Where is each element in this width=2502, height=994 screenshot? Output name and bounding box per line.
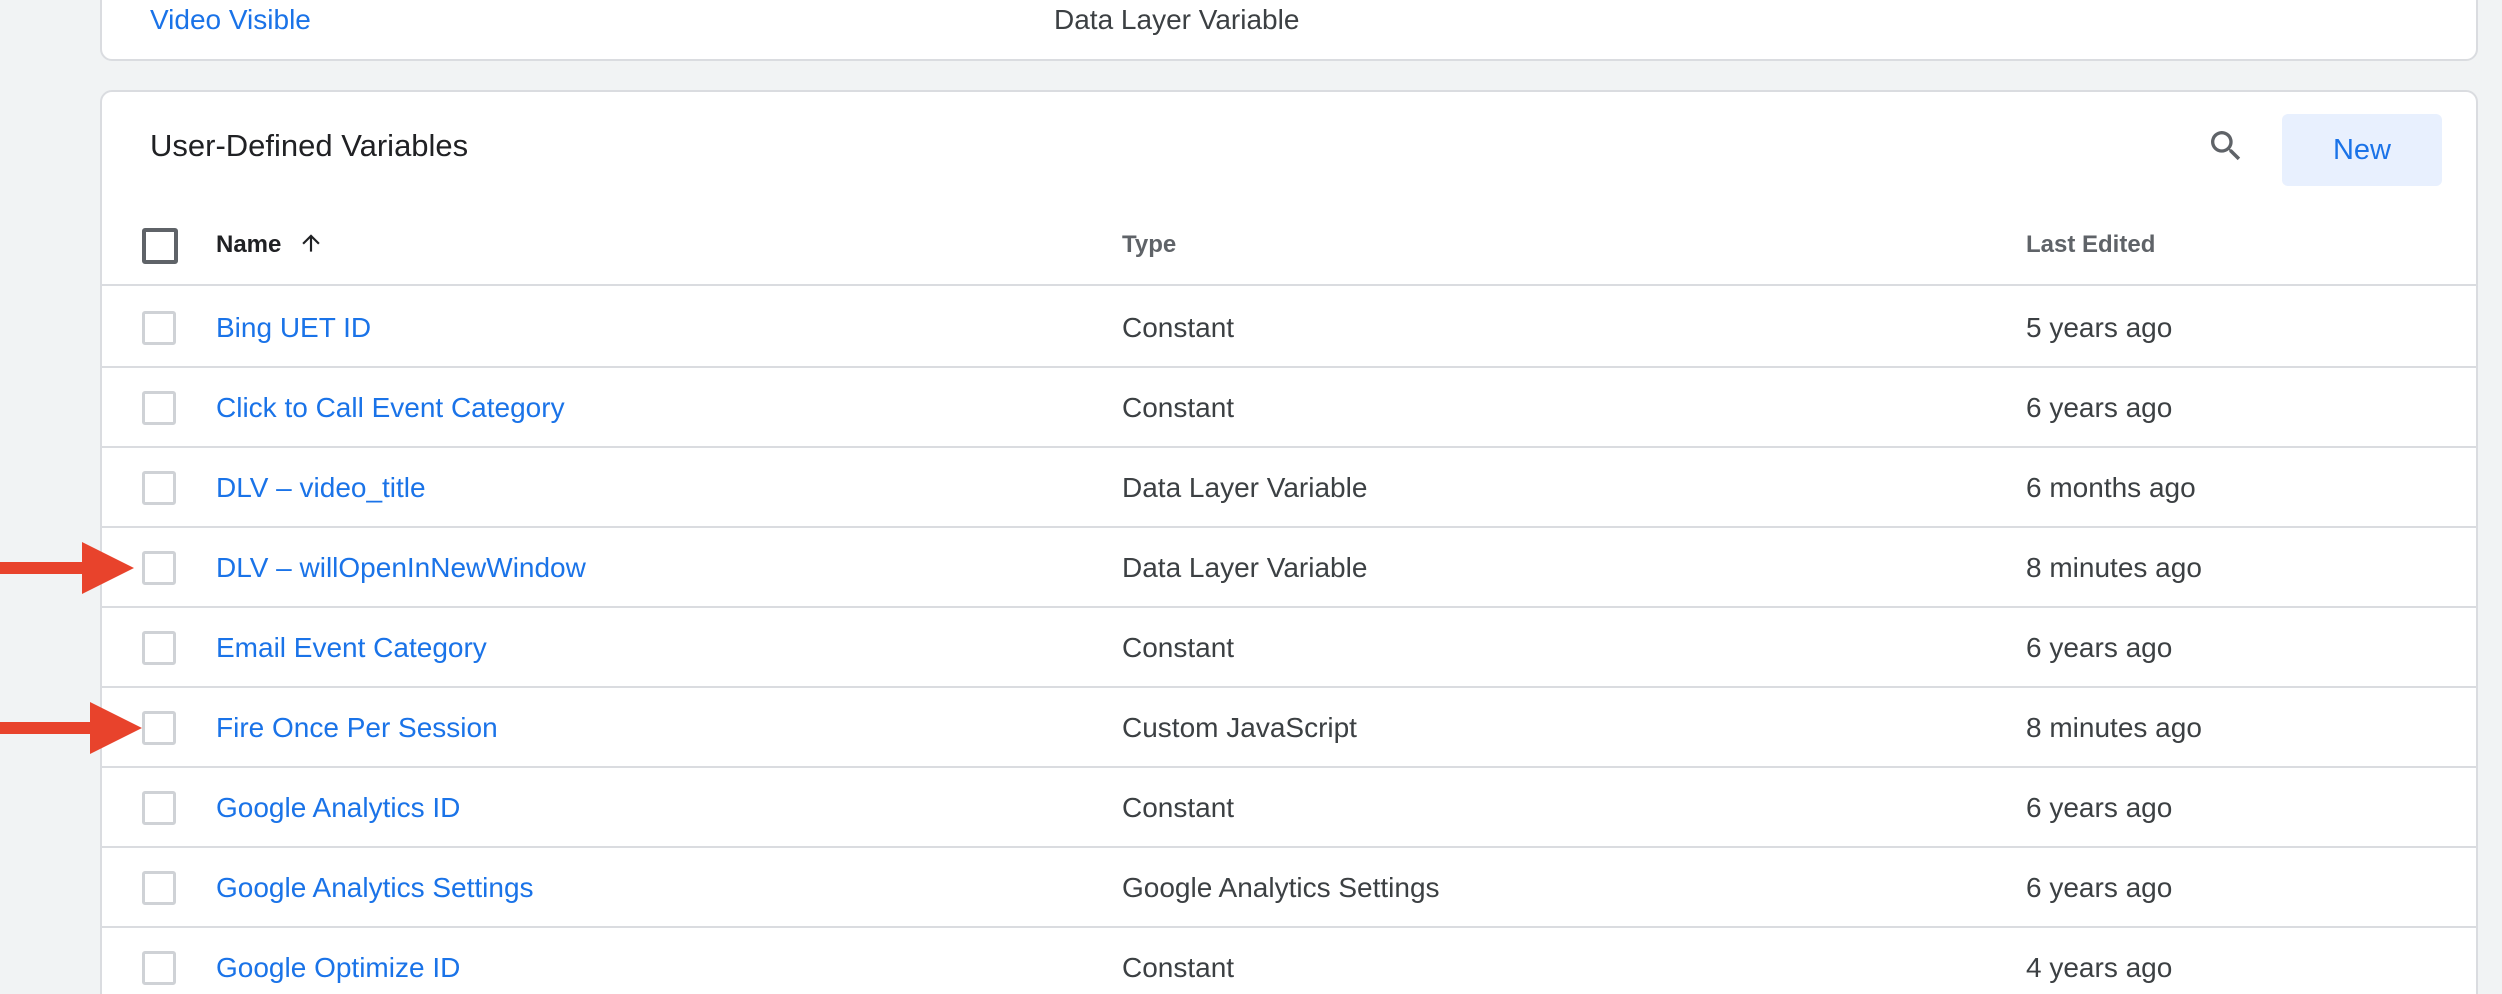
builtin-variables-card: Video Visible Data Layer Variable: [100, 0, 2478, 61]
builtin-variable-type: Data Layer Variable: [1054, 4, 1300, 35]
variable-last-edited: 4 years ago: [2026, 952, 2173, 983]
new-variable-button[interactable]: New: [2282, 114, 2442, 186]
variable-name-link[interactable]: Google Optimize ID: [216, 948, 460, 988]
variable-type: Data Layer Variable: [1122, 552, 1368, 583]
row-checkbox[interactable]: [142, 631, 176, 665]
variable-name-link[interactable]: Google Analytics ID: [216, 788, 460, 828]
search-icon: [2211, 131, 2241, 161]
variable-last-edited: 6 years ago: [2026, 632, 2173, 663]
table-row: Bing UET ID Constant 5 years ago: [102, 288, 2476, 368]
table-row: DLV – video_title Data Layer Variable 6 …: [102, 448, 2476, 528]
variable-name-link[interactable]: DLV – willOpenInNewWindow: [216, 548, 586, 588]
red-arrow-icon: [0, 702, 142, 754]
column-header-name-label: Name: [216, 231, 282, 258]
column-header-last-edited[interactable]: Last Edited: [2026, 226, 2155, 264]
variable-type: Constant: [1122, 952, 1235, 983]
table-header: Name Type Last Edited: [102, 202, 2476, 286]
row-checkbox[interactable]: [142, 951, 176, 985]
variable-type: Custom JavaScript: [1122, 712, 1357, 743]
variable-type: Google Analytics Settings: [1122, 872, 1440, 903]
variable-last-edited: 6 months ago: [2026, 472, 2196, 503]
variable-name-link[interactable]: Email Event Category: [216, 628, 487, 668]
row-checkbox[interactable]: [142, 471, 176, 505]
table-row: DLV – willOpenInNewWindow Data Layer Var…: [102, 528, 2476, 608]
search-button[interactable]: [2202, 122, 2250, 170]
variable-type: Constant: [1122, 312, 1235, 343]
variable-name-link[interactable]: DLV – video_title: [216, 468, 426, 508]
row-checkbox[interactable]: [142, 311, 176, 345]
variable-last-edited: 6 years ago: [2026, 392, 2173, 423]
red-arrow-icon: [0, 542, 134, 594]
variable-last-edited: 6 years ago: [2026, 872, 2173, 903]
table-row: Google Analytics ID Constant 6 years ago: [102, 768, 2476, 848]
row-checkbox[interactable]: [142, 391, 176, 425]
variable-type: Constant: [1122, 792, 1235, 823]
card-title: User-Defined Variables: [150, 128, 469, 163]
variable-name-link[interactable]: Click to Call Event Category: [216, 388, 565, 428]
select-all-checkbox[interactable]: [142, 228, 178, 264]
table-row: Google Analytics Settings Google Analyti…: [102, 848, 2476, 928]
variable-name-link[interactable]: Google Analytics Settings: [216, 868, 534, 908]
variable-last-edited: 8 minutes ago: [2026, 712, 2202, 743]
table-row: Click to Call Event Category Constant 6 …: [102, 368, 2476, 448]
table-row: Google Optimize ID Constant 4 years ago: [102, 928, 2476, 994]
table-row: Fire Once Per Session Custom JavaScript …: [102, 688, 2476, 768]
variable-type: Data Layer Variable: [1122, 472, 1368, 503]
column-header-type[interactable]: Type: [1122, 226, 1176, 264]
row-checkbox[interactable]: [142, 711, 176, 745]
variable-last-edited: 8 minutes ago: [2026, 552, 2202, 583]
row-checkbox[interactable]: [142, 871, 176, 905]
table-row: Email Event Category Constant 6 years ag…: [102, 608, 2476, 688]
variable-type: Constant: [1122, 392, 1235, 423]
page: Video Visible Data Layer Variable User-D…: [0, 0, 2502, 994]
variable-last-edited: 6 years ago: [2026, 792, 2173, 823]
user-defined-variables-card: User-Defined Variables New Name Type Las…: [100, 90, 2478, 994]
variable-name-link[interactable]: Fire Once Per Session: [216, 708, 498, 748]
variable-last-edited: 5 years ago: [2026, 312, 2173, 343]
variable-type: Constant: [1122, 632, 1235, 663]
column-header-name[interactable]: Name: [216, 226, 324, 264]
builtin-variable-name-link[interactable]: Video Visible: [150, 2, 311, 38]
arrow-up-icon: [302, 233, 320, 252]
row-checkbox[interactable]: [142, 791, 176, 825]
variable-name-link[interactable]: Bing UET ID: [216, 308, 371, 348]
row-checkbox[interactable]: [142, 551, 176, 585]
